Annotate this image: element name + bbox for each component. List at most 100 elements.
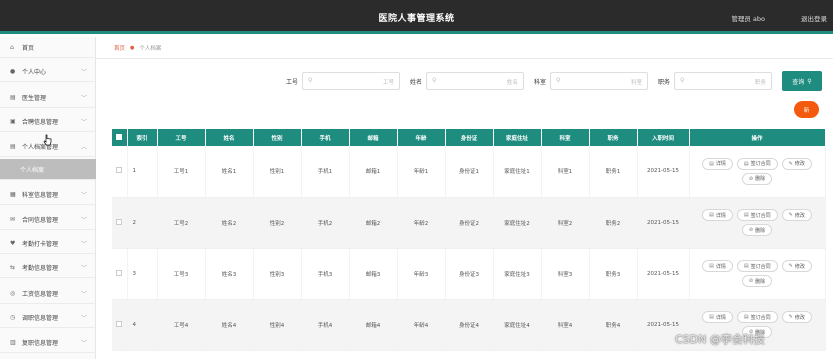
action-label: 签订合同 [750,212,771,219]
table-cell: 手机3 [301,248,350,300]
sidebar-item-label: 个人档案管理 [22,143,59,151]
sidebar-item[interactable]: ▣ 合聘信息管理 ﹀ [0,111,96,132]
action-label: 签订合同 [750,263,771,270]
delete-button[interactable]: ⊘ 删除 [741,172,773,185]
table-cell: 年龄2 [397,197,446,249]
action-label: 详情 [715,263,726,270]
detail-button[interactable]: ▤ 详情 [702,311,733,323]
filter-label: 姓名 [410,78,423,86]
table-cell: 家庭住址1 [493,146,542,198]
delete-button[interactable]: ⊘ 删除 [741,275,773,287]
sidebar-item[interactable]: ● 个人中心 ﹀ [0,61,96,82]
row-checkbox[interactable] [116,218,123,225]
row-select-cell [112,197,128,249]
table-cell: 2021-05-15 [637,248,690,300]
table-cell: 身份证3 [445,248,494,300]
detail-button[interactable]: ▤ 详情 [702,209,733,221]
sign-contract-button[interactable]: ▤ 签订合同 [736,311,778,323]
table-cell: 工号4 [157,299,206,351]
table-cell: 身份证2 [445,197,494,249]
sign-contract-button[interactable]: ▤ 签订合同 [736,260,778,272]
column-header: 入职时间 [637,129,690,146]
table-cell: 性别4 [253,299,302,351]
table-cell: 邮箱4 [349,299,398,351]
sidebar-item[interactable]: ⇆ 考勤信息管理 ﹀ [0,257,96,278]
job-no-input[interactable]: ⚲ 工号 [302,72,401,90]
table-cell: 身份证1 [445,146,494,198]
table-cell: 姓名2 [205,197,254,249]
table-cell: 姓名4 [205,299,254,351]
column-header: 年龄 [397,129,446,146]
sidebar-item-label: 复职信息管理 [22,339,59,347]
select-all-checkbox[interactable] [116,133,123,140]
menu-icon: ⇆ [10,263,16,271]
chevron-icon: ﹀ [80,265,87,272]
chevron-icon: ﹀ [80,217,87,224]
add-button[interactable]: 新 [794,101,819,118]
logout-link[interactable]: 退出登录 [801,13,827,23]
table-cell: 年龄1 [397,146,446,198]
table-cell: 科室1 [541,146,590,198]
table-cell: 职务3 [589,248,638,300]
watermark: CSDN @李会科技 [675,333,765,346]
contract-icon: ▤ [743,212,749,218]
chevron-icon: ﹀ [80,192,87,199]
search-button-label: 查询 [792,78,805,86]
action-label: 修改 [794,263,805,270]
chevron-icon: ﹀ [80,95,87,102]
action-label: 签订合同 [750,314,771,321]
sidebar-item[interactable]: ◎ 工资信息管理 ﹀ [0,283,96,304]
table-cell: 邮箱2 [349,197,398,249]
table-cell: 科室2 [541,197,590,249]
sign-contract-button[interactable]: ▤ 签订合同 [736,157,778,170]
position-input[interactable]: ⚲ 职务 [674,72,773,90]
detail-button[interactable]: ▤ 详情 [702,157,733,170]
sidebar-item[interactable]: ✉ 合同信息管理 ﹀ [0,209,96,230]
name-input[interactable]: ⚲ 姓名 [426,72,525,90]
table-cell: 职务4 [589,299,638,351]
chevron-icon: ﹀ [80,315,87,322]
column-header: 姓名 [205,129,254,146]
row-checkbox[interactable] [116,269,123,276]
column-header: 家庭住址 [493,129,542,146]
sidebar-item[interactable]: ▥ 复职信息管理 ﹀ [0,332,96,353]
sidebar-item[interactable]: ◷ 调职信息管理 ﹀ [0,307,96,328]
row-select-cell [112,299,128,351]
table-cell: 家庭住址2 [493,197,542,249]
breadcrumb-home[interactable]: 首页 [114,44,125,52]
table-cell: 职务1 [589,146,638,198]
edit-button[interactable]: ✎ 修改 [781,311,812,323]
row-checkbox[interactable] [116,320,123,327]
sign-contract-button[interactable]: ▤ 签订合同 [736,209,778,221]
column-header: 索引 [127,129,158,146]
row-checkbox[interactable] [116,167,123,174]
sidebar-item-label: 个人档案 [20,166,45,174]
sidebar-item[interactable]: ⌂ 首页 [0,37,96,58]
table-cell: 年龄4 [397,299,446,351]
sidebar-item[interactable]: ♥ 考勤打卡管理 ﹀ [0,233,96,254]
detail-button[interactable]: ▤ 详情 [702,260,733,272]
table-cell: 姓名1 [205,146,254,198]
sidebar-item[interactable]: 个人档案 [0,159,96,180]
menu-icon: ▤ [10,93,16,101]
action-label: 修改 [794,212,805,219]
filter-label: 职务 [658,78,671,86]
row-actions-cell: ▤ 详情 ▤ 签订合同 ✎ 修改 ⊘ 删除 [689,197,826,249]
sidebar-item[interactable]: ▦ 科室信息管理 ﹀ [0,184,96,205]
sidebar-item[interactable]: ▤ 医生管理 ﹀ [0,87,96,108]
table-header-row: 索引 工号 姓名 性别 手机 邮箱 年龄 身份证 家庭住址 科室 职务 入职时间 操作 [112,129,826,146]
chevron-icon: ﹀ [80,340,87,347]
sidebar-item-label: 考勤打卡管理 [22,240,59,248]
column-header: 工号 [157,129,206,146]
table-cell: 2021-05-15 [637,146,690,198]
table-cell: 家庭住址3 [493,248,542,300]
edit-button[interactable]: ✎ 修改 [781,209,812,221]
delete-button[interactable]: ⊘ 删除 [741,224,773,236]
edit-button[interactable]: ✎ 修改 [781,157,812,170]
edit-button[interactable]: ✎ 修改 [781,260,812,272]
chevron-icon: ﹀ [80,119,87,126]
row-actions-cell: ▤ 详情 ▤ 签订合同 ✎ 修改 ⊘ 删除 [689,146,826,198]
department-input[interactable]: ⚲ 科室 [550,72,649,90]
search-icon: ⚲ [308,77,313,84]
search-button[interactable]: 查询 ⚲ [782,71,822,91]
